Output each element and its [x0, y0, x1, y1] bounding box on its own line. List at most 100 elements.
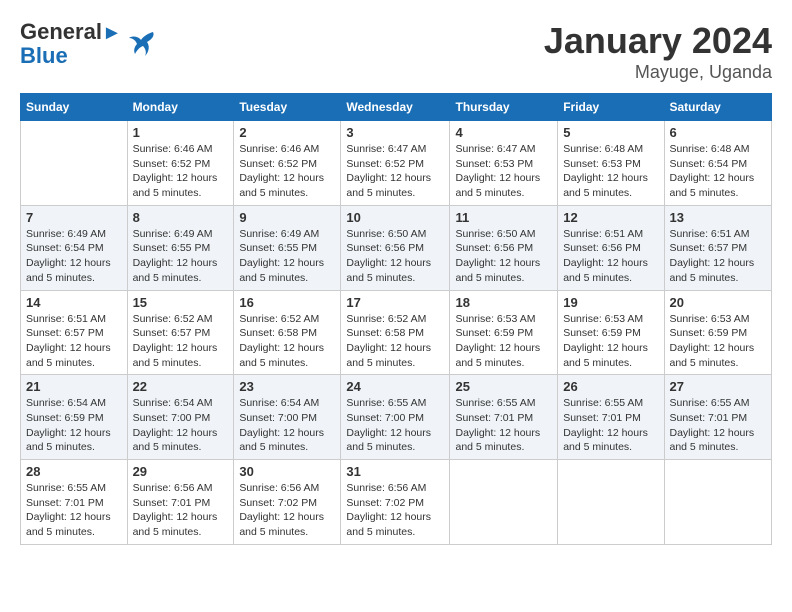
sunrise-text: Sunrise: 6:55 AM: [26, 482, 106, 494]
table-row: 25 Sunrise: 6:55 AM Sunset: 7:01 PM Dayl…: [450, 375, 558, 460]
day-info: Sunrise: 6:48 AM Sunset: 6:54 PM Dayligh…: [670, 142, 767, 201]
day-info: Sunrise: 6:55 AM Sunset: 7:01 PM Dayligh…: [455, 396, 552, 455]
daylight-text: Daylight: 12 hours and 5 minutes.: [26, 511, 111, 538]
sunrise-text: Sunrise: 6:47 AM: [455, 143, 535, 155]
sunset-text: Sunset: 6:56 PM: [563, 242, 641, 254]
sunrise-text: Sunrise: 6:49 AM: [133, 228, 213, 240]
table-row: [558, 460, 664, 545]
day-info: Sunrise: 6:51 AM Sunset: 6:56 PM Dayligh…: [563, 227, 658, 286]
calendar-week-row: 14 Sunrise: 6:51 AM Sunset: 6:57 PM Dayl…: [21, 290, 772, 375]
day-info: Sunrise: 6:56 AM Sunset: 7:02 PM Dayligh…: [239, 481, 335, 540]
table-row: 22 Sunrise: 6:54 AM Sunset: 7:00 PM Dayl…: [127, 375, 234, 460]
sunset-text: Sunset: 6:58 PM: [346, 327, 424, 339]
sunset-text: Sunset: 6:59 PM: [670, 327, 748, 339]
daylight-text: Daylight: 12 hours and 5 minutes.: [346, 427, 431, 454]
daylight-text: Daylight: 12 hours and 5 minutes.: [239, 342, 324, 369]
table-row: 17 Sunrise: 6:52 AM Sunset: 6:58 PM Dayl…: [341, 290, 450, 375]
sunset-text: Sunset: 7:01 PM: [133, 497, 211, 509]
daylight-text: Daylight: 12 hours and 5 minutes.: [563, 172, 648, 199]
daylight-text: Daylight: 12 hours and 5 minutes.: [455, 172, 540, 199]
sunrise-text: Sunrise: 6:48 AM: [563, 143, 643, 155]
day-info: Sunrise: 6:51 AM Sunset: 6:57 PM Dayligh…: [26, 312, 122, 371]
day-number: 30: [239, 464, 335, 479]
day-info: Sunrise: 6:47 AM Sunset: 6:52 PM Dayligh…: [346, 142, 444, 201]
daylight-text: Daylight: 12 hours and 5 minutes.: [239, 172, 324, 199]
table-row: 3 Sunrise: 6:47 AM Sunset: 6:52 PM Dayli…: [341, 121, 450, 206]
sunrise-text: Sunrise: 6:53 AM: [563, 313, 643, 325]
table-row: 28 Sunrise: 6:55 AM Sunset: 7:01 PM Dayl…: [21, 460, 128, 545]
sunrise-text: Sunrise: 6:55 AM: [346, 397, 426, 409]
table-row: 21 Sunrise: 6:54 AM Sunset: 6:59 PM Dayl…: [21, 375, 128, 460]
day-number: 7: [26, 210, 122, 225]
table-row: 4 Sunrise: 6:47 AM Sunset: 6:53 PM Dayli…: [450, 121, 558, 206]
sunrise-text: Sunrise: 6:54 AM: [26, 397, 106, 409]
daylight-text: Daylight: 12 hours and 5 minutes.: [26, 427, 111, 454]
day-info: Sunrise: 6:55 AM Sunset: 7:01 PM Dayligh…: [670, 396, 767, 455]
calendar-title: January 2024: [544, 20, 772, 62]
day-number: 25: [455, 379, 552, 394]
sunset-text: Sunset: 7:01 PM: [26, 497, 104, 509]
daylight-text: Daylight: 12 hours and 5 minutes.: [563, 257, 648, 284]
sunset-text: Sunset: 7:00 PM: [346, 412, 424, 424]
table-row: 11 Sunrise: 6:50 AM Sunset: 6:56 PM Dayl…: [450, 205, 558, 290]
table-row: [450, 460, 558, 545]
day-info: Sunrise: 6:52 AM Sunset: 6:58 PM Dayligh…: [239, 312, 335, 371]
table-row: 12 Sunrise: 6:51 AM Sunset: 6:56 PM Dayl…: [558, 205, 664, 290]
daylight-text: Daylight: 12 hours and 5 minutes.: [133, 342, 218, 369]
table-row: 6 Sunrise: 6:48 AM Sunset: 6:54 PM Dayli…: [664, 121, 772, 206]
day-number: 10: [346, 210, 444, 225]
day-info: Sunrise: 6:49 AM Sunset: 6:54 PM Dayligh…: [26, 227, 122, 286]
day-info: Sunrise: 6:50 AM Sunset: 6:56 PM Dayligh…: [455, 227, 552, 286]
sunset-text: Sunset: 6:55 PM: [239, 242, 317, 254]
day-info: Sunrise: 6:49 AM Sunset: 6:55 PM Dayligh…: [239, 227, 335, 286]
table-row: 9 Sunrise: 6:49 AM Sunset: 6:55 PM Dayli…: [234, 205, 341, 290]
table-row: [21, 121, 128, 206]
logo: General► Blue: [20, 20, 157, 68]
day-info: Sunrise: 6:49 AM Sunset: 6:55 PM Dayligh…: [133, 227, 229, 286]
day-number: 26: [563, 379, 658, 394]
daylight-text: Daylight: 12 hours and 5 minutes.: [670, 427, 755, 454]
day-number: 2: [239, 125, 335, 140]
day-info: Sunrise: 6:46 AM Sunset: 6:52 PM Dayligh…: [239, 142, 335, 201]
day-info: Sunrise: 6:53 AM Sunset: 6:59 PM Dayligh…: [563, 312, 658, 371]
day-number: 5: [563, 125, 658, 140]
table-row: 31 Sunrise: 6:56 AM Sunset: 7:02 PM Dayl…: [341, 460, 450, 545]
day-info: Sunrise: 6:55 AM Sunset: 7:00 PM Dayligh…: [346, 396, 444, 455]
table-row: 10 Sunrise: 6:50 AM Sunset: 6:56 PM Dayl…: [341, 205, 450, 290]
day-info: Sunrise: 6:54 AM Sunset: 7:00 PM Dayligh…: [239, 396, 335, 455]
day-number: 16: [239, 295, 335, 310]
sunrise-text: Sunrise: 6:48 AM: [670, 143, 750, 155]
day-number: 14: [26, 295, 122, 310]
sunrise-text: Sunrise: 6:50 AM: [455, 228, 535, 240]
sunrise-text: Sunrise: 6:47 AM: [346, 143, 426, 155]
table-row: 20 Sunrise: 6:53 AM Sunset: 6:59 PM Dayl…: [664, 290, 772, 375]
sunset-text: Sunset: 6:57 PM: [133, 327, 211, 339]
col-monday: Monday: [127, 94, 234, 121]
sunrise-text: Sunrise: 6:49 AM: [26, 228, 106, 240]
daylight-text: Daylight: 12 hours and 5 minutes.: [133, 172, 218, 199]
sunset-text: Sunset: 6:59 PM: [26, 412, 104, 424]
day-info: Sunrise: 6:47 AM Sunset: 6:53 PM Dayligh…: [455, 142, 552, 201]
sunrise-text: Sunrise: 6:54 AM: [239, 397, 319, 409]
table-row: 8 Sunrise: 6:49 AM Sunset: 6:55 PM Dayli…: [127, 205, 234, 290]
sunrise-text: Sunrise: 6:50 AM: [346, 228, 426, 240]
col-tuesday: Tuesday: [234, 94, 341, 121]
sunset-text: Sunset: 7:01 PM: [670, 412, 748, 424]
day-info: Sunrise: 6:56 AM Sunset: 7:01 PM Dayligh…: [133, 481, 229, 540]
day-info: Sunrise: 6:53 AM Sunset: 6:59 PM Dayligh…: [670, 312, 767, 371]
daylight-text: Daylight: 12 hours and 5 minutes.: [239, 257, 324, 284]
day-info: Sunrise: 6:51 AM Sunset: 6:57 PM Dayligh…: [670, 227, 767, 286]
day-number: 11: [455, 210, 552, 225]
daylight-text: Daylight: 12 hours and 5 minutes.: [26, 342, 111, 369]
day-number: 17: [346, 295, 444, 310]
sunset-text: Sunset: 7:02 PM: [239, 497, 317, 509]
sunset-text: Sunset: 6:58 PM: [239, 327, 317, 339]
table-row: 30 Sunrise: 6:56 AM Sunset: 7:02 PM Dayl…: [234, 460, 341, 545]
day-info: Sunrise: 6:52 AM Sunset: 6:57 PM Dayligh…: [133, 312, 229, 371]
col-saturday: Saturday: [664, 94, 772, 121]
day-info: Sunrise: 6:54 AM Sunset: 7:00 PM Dayligh…: [133, 396, 229, 455]
table-row: 16 Sunrise: 6:52 AM Sunset: 6:58 PM Dayl…: [234, 290, 341, 375]
page-header: General► Blue January 2024 Mayuge, Ugand…: [20, 20, 772, 83]
table-row: 26 Sunrise: 6:55 AM Sunset: 7:01 PM Dayl…: [558, 375, 664, 460]
day-number: 23: [239, 379, 335, 394]
